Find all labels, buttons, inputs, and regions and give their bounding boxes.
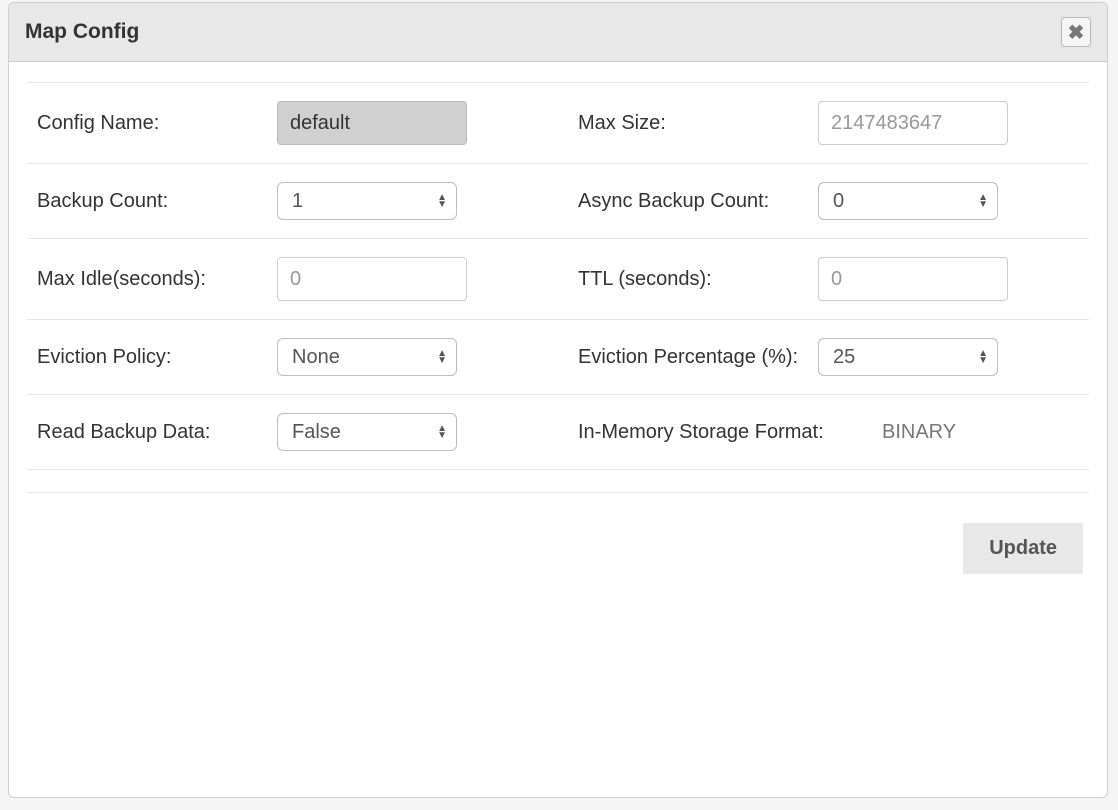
select-wrap: 1 ▲▼ — [277, 182, 457, 220]
max-size-input[interactable] — [818, 101, 1008, 145]
form-col: Eviction Policy: None ▲▼ — [27, 338, 558, 376]
form-row: Max Idle(seconds): TTL (seconds): — [27, 239, 1089, 320]
read-backup-data-label: Read Backup Data: — [27, 421, 277, 444]
read-backup-data-select[interactable]: False — [277, 413, 457, 451]
config-name-label: Config Name: — [27, 112, 277, 135]
control-wrap: 25 ▲▼ — [818, 338, 1089, 376]
ttl-input[interactable] — [818, 257, 1008, 301]
max-idle-input[interactable] — [277, 257, 467, 301]
max-size-label: Max Size: — [568, 112, 818, 135]
form-col: Config Name: — [27, 101, 558, 145]
ttl-label: TTL (seconds): — [568, 268, 818, 291]
form-col: Max Size: — [558, 101, 1089, 145]
form-row: Read Backup Data: False ▲▼ In-Memory Sto… — [27, 395, 1089, 470]
close-icon: ✖ — [1068, 20, 1085, 45]
eviction-policy-select[interactable]: None — [277, 338, 457, 376]
update-button[interactable]: Update — [963, 523, 1083, 574]
control-wrap — [277, 257, 548, 301]
select-wrap: False ▲▼ — [277, 413, 457, 451]
form-col: Backup Count: 1 ▲▼ — [27, 182, 558, 220]
form-col: Async Backup Count: 0 ▲▼ — [558, 182, 1089, 220]
eviction-percentage-select[interactable]: 25 — [818, 338, 998, 376]
dialog-body: Config Name: Max Size: Backup Count: — [9, 62, 1107, 594]
control-wrap — [277, 101, 548, 145]
select-wrap: 25 ▲▼ — [818, 338, 998, 376]
form-col: Max Idle(seconds): — [27, 257, 558, 301]
control-wrap — [818, 257, 1089, 301]
eviction-policy-label: Eviction Policy: — [27, 346, 277, 369]
control-wrap: 1 ▲▼ — [277, 182, 548, 220]
map-config-dialog: Map Config ✖ Config Name: Max Size: — [8, 2, 1108, 798]
backup-count-label: Backup Count: — [27, 190, 277, 213]
control-wrap: False ▲▼ — [277, 413, 548, 451]
control-wrap: 0 ▲▼ — [818, 182, 1089, 220]
select-wrap: None ▲▼ — [277, 338, 457, 376]
config-name-input — [277, 101, 467, 145]
dialog-header: Map Config ✖ — [9, 3, 1107, 62]
dialog-title: Map Config — [25, 20, 139, 44]
control-wrap: BINARY — [878, 421, 1089, 444]
form-row: Backup Count: 1 ▲▼ Async Backup Count: — [27, 164, 1089, 239]
select-wrap: 0 ▲▼ — [818, 182, 998, 220]
async-backup-count-label: Async Backup Count: — [568, 190, 818, 213]
close-button[interactable]: ✖ — [1061, 17, 1091, 47]
eviction-percentage-label: Eviction Percentage (%): — [568, 346, 818, 369]
dialog-footer: Update — [27, 492, 1089, 574]
form-row: Config Name: Max Size: — [27, 82, 1089, 164]
control-wrap: None ▲▼ — [277, 338, 548, 376]
form-col: Read Backup Data: False ▲▼ — [27, 413, 558, 451]
form-col: TTL (seconds): — [558, 257, 1089, 301]
async-backup-count-select[interactable]: 0 — [818, 182, 998, 220]
form-row: Eviction Policy: None ▲▼ Eviction Percen… — [27, 320, 1089, 395]
in-memory-format-label: In-Memory Storage Format: — [568, 421, 878, 444]
backup-count-select[interactable]: 1 — [277, 182, 457, 220]
form-col: Eviction Percentage (%): 25 ▲▼ — [558, 338, 1089, 376]
control-wrap — [818, 101, 1089, 145]
max-idle-label: Max Idle(seconds): — [27, 268, 277, 291]
form-col: In-Memory Storage Format: BINARY — [558, 421, 1089, 444]
in-memory-format-value: BINARY — [878, 421, 956, 444]
